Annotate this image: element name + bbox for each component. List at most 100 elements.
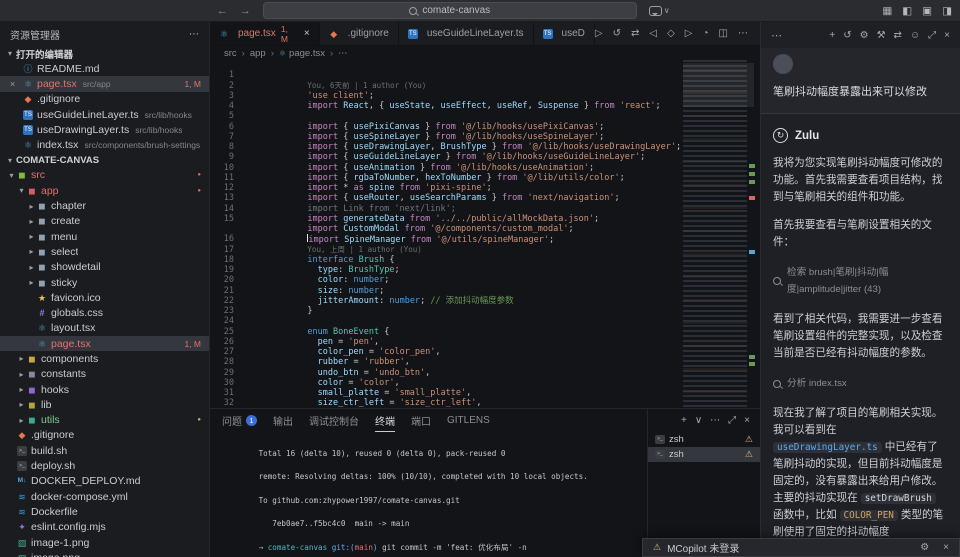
open-editor-item[interactable]: TS useGuideLineLayer.ts src/lib/hooks (0, 107, 209, 122)
open-editors-section[interactable]: ▾ 打开的编辑器 (0, 46, 209, 61)
open-editor-item[interactable]: ◆ .gitignore (0, 92, 209, 107)
code-editor[interactable]: You, 6天前 | 1 author (You) 1 'use client'… (210, 60, 760, 408)
panel-tab[interactable]: 问题 1 (222, 409, 257, 432)
panel-tab[interactable]: 终端 (375, 409, 395, 432)
tree-row[interactable]: ★ favicon.ico (0, 290, 209, 305)
terminal-action-icon[interactable]: ∨ (695, 415, 702, 426)
tree-row[interactable]: ▸ ◼ hooks (0, 382, 209, 397)
nav-back-icon[interactable]: ← (217, 5, 228, 17)
open-editor-item[interactable]: ⓘ README.md (0, 61, 209, 76)
close-icon[interactable]: × (304, 28, 310, 39)
assistant-action-icon[interactable]: ⚙ (860, 30, 869, 41)
chevron-down-icon[interactable]: ∨ (664, 6, 670, 15)
tree-row[interactable]: ▾ ◼ app ● (0, 183, 209, 198)
more-actions-icon[interactable]: ⋯ (189, 29, 199, 40)
assistant-action-icon[interactable]: × (944, 30, 950, 41)
breadcrumb-item[interactable]: app › (250, 48, 279, 59)
command-center-search[interactable]: comate-canvas (263, 2, 637, 19)
editor-action-icon[interactable]: ◫ (719, 28, 728, 39)
assistant-action-icon[interactable]: ⇄ (894, 30, 902, 41)
editor-tab[interactable]: TS useD (534, 22, 595, 45)
file-icon: ◼ (37, 232, 47, 242)
breadcrumb-item[interactable]: ⋯ (338, 48, 348, 59)
editor-action-icon[interactable]: ↺ (613, 28, 621, 39)
notification-toast[interactable]: ⚠ MCopilot 未登录 ⚙ × (642, 538, 960, 557)
open-editor-item[interactable]: TS useDrawingLayer.ts src/lib/hooks (0, 122, 209, 137)
assistant-action-icon[interactable]: ☺ (910, 30, 920, 41)
code-line: 23 enum BoneEvent { (210, 306, 682, 316)
tree-row[interactable]: ▸ ◼ menu (0, 229, 209, 244)
tree-row[interactable]: ▸ ◼ utils ● (0, 413, 209, 428)
layout-toggle-icon[interactable]: ▣ (922, 5, 932, 17)
editor-tab[interactable]: ⚛ page.tsx 1, M × (210, 22, 320, 45)
panel-tab[interactable]: GITLENS (447, 409, 490, 432)
problems-badge: 1 (246, 415, 257, 426)
tree-row[interactable]: ▸ ◼ showdetail (0, 260, 209, 275)
panel-tab[interactable]: 输出 (273, 409, 293, 432)
tree-row[interactable]: ▸ ◼ chapter (0, 198, 209, 213)
tree-row[interactable]: ⚛ layout.tsx (0, 321, 209, 336)
breadcrumb-item[interactable]: src › (224, 48, 250, 59)
close-icon[interactable]: × (943, 542, 949, 553)
tree-row[interactable]: ▸ ◼ select (0, 244, 209, 259)
panel-tab[interactable]: 调试控制台 (309, 409, 359, 432)
tree-row[interactable]: ✦ eslint.config.mjs (0, 520, 209, 535)
close-icon[interactable]: × (10, 79, 23, 89)
assistant-action-icon[interactable]: + (829, 30, 835, 41)
tree-row[interactable]: ▾ ◼ src ● (0, 168, 209, 183)
nav-forward-icon[interactable]: → (240, 5, 251, 17)
editor-action-icon[interactable]: ⇄ (631, 28, 639, 39)
tree-row[interactable]: ≋ docker-compose.yml (0, 489, 209, 504)
tree-row[interactable]: ▸ ◼ sticky (0, 275, 209, 290)
tree-row[interactable]: ▨ image.png (0, 550, 209, 557)
editor-action-icon[interactable]: ▷ (685, 28, 693, 39)
terminal-action-icon[interactable]: × (744, 415, 750, 426)
gear-icon[interactable]: ⚙ (920, 542, 929, 553)
breadcrumb-item[interactable]: ⚛ page.tsx › (279, 48, 338, 59)
terminal-output[interactable]: Total 16 (delta 10), reused 0 (delta 0),… (222, 434, 644, 557)
file-icon: ◼ (27, 385, 37, 395)
project-section[interactable]: ▾ COMATE-CANVAS (0, 153, 209, 168)
minimap[interactable] (683, 60, 747, 408)
tree-row[interactable]: M↓ DOCKER_DEPLOY.md (0, 474, 209, 489)
layout-toggle-icon[interactable]: ◨ (942, 5, 952, 17)
tree-row[interactable]: ▸ ◼ components (0, 351, 209, 366)
layout-toggle-icon[interactable]: ▦ (882, 5, 892, 17)
terminal-item[interactable]: >_ zsh ⚠ (648, 432, 760, 447)
terminal-item[interactable]: >_ zsh ⚠ (648, 447, 760, 462)
tree-row[interactable]: ▨ image-1.png (0, 535, 209, 550)
editor-action-icon[interactable]: ◇ (667, 28, 675, 39)
assistant-action-icon[interactable]: ⤢ (928, 30, 936, 41)
tree-row[interactable]: ▸ ◼ lib (0, 397, 209, 412)
tree-row[interactable]: ◆ .gitignore (0, 428, 209, 443)
editor-action-icon[interactable]: ⋯ (738, 28, 748, 39)
terminal-action-icon[interactable]: ⋯ (710, 415, 720, 426)
terminal-action-icon[interactable]: ⤢ (728, 415, 736, 426)
tree-row[interactable]: ▸ ◼ create (0, 214, 209, 229)
open-editor-item[interactable]: × ⚛ page.tsx src/app 1, M (0, 76, 209, 91)
tree-row[interactable]: # globals.css (0, 305, 209, 320)
tree-row[interactable]: ≋ Dockerfile (0, 504, 209, 519)
editor-action-icon[interactable]: ◔ (703, 28, 709, 39)
tree-row[interactable]: ▸ ◼ constants (0, 367, 209, 382)
code-token: ; (549, 235, 554, 245)
tree-row[interactable]: >_ build.sh (0, 443, 209, 458)
editor-tab[interactable]: TS useGuideLineLayer.ts (399, 22, 534, 45)
layout-toggle-icon[interactable]: ◧ (902, 5, 912, 17)
chat-icon[interactable] (649, 6, 662, 16)
code-token: ; (676, 142, 681, 152)
file-icon: ◼ (27, 369, 37, 379)
terminal-action-icon[interactable]: + (681, 415, 687, 426)
open-editor-item[interactable]: ⚛ index.tsx src/components/brush-setting… (0, 137, 209, 152)
minimap-slider[interactable] (683, 63, 754, 107)
assistant-action-icon[interactable]: ↺ (843, 30, 851, 41)
editor-action-icon[interactable]: ▷ (595, 28, 603, 39)
panel-tab[interactable]: 端口 (411, 409, 431, 432)
editor-tab[interactable]: ◆ .gitignore (320, 22, 399, 45)
more-actions-icon[interactable]: ⋯ (771, 29, 782, 42)
tree-row[interactable]: ⚛ page.tsx 1, M (0, 336, 209, 351)
editor-action-icon[interactable]: ◁ (649, 28, 657, 39)
tree-row[interactable]: >_ deploy.sh (0, 458, 209, 473)
breadcrumb[interactable]: src › app › ⚛ page.tsx › ⋯ (210, 46, 760, 61)
assistant-action-icon[interactable]: ⚒ (877, 30, 886, 41)
